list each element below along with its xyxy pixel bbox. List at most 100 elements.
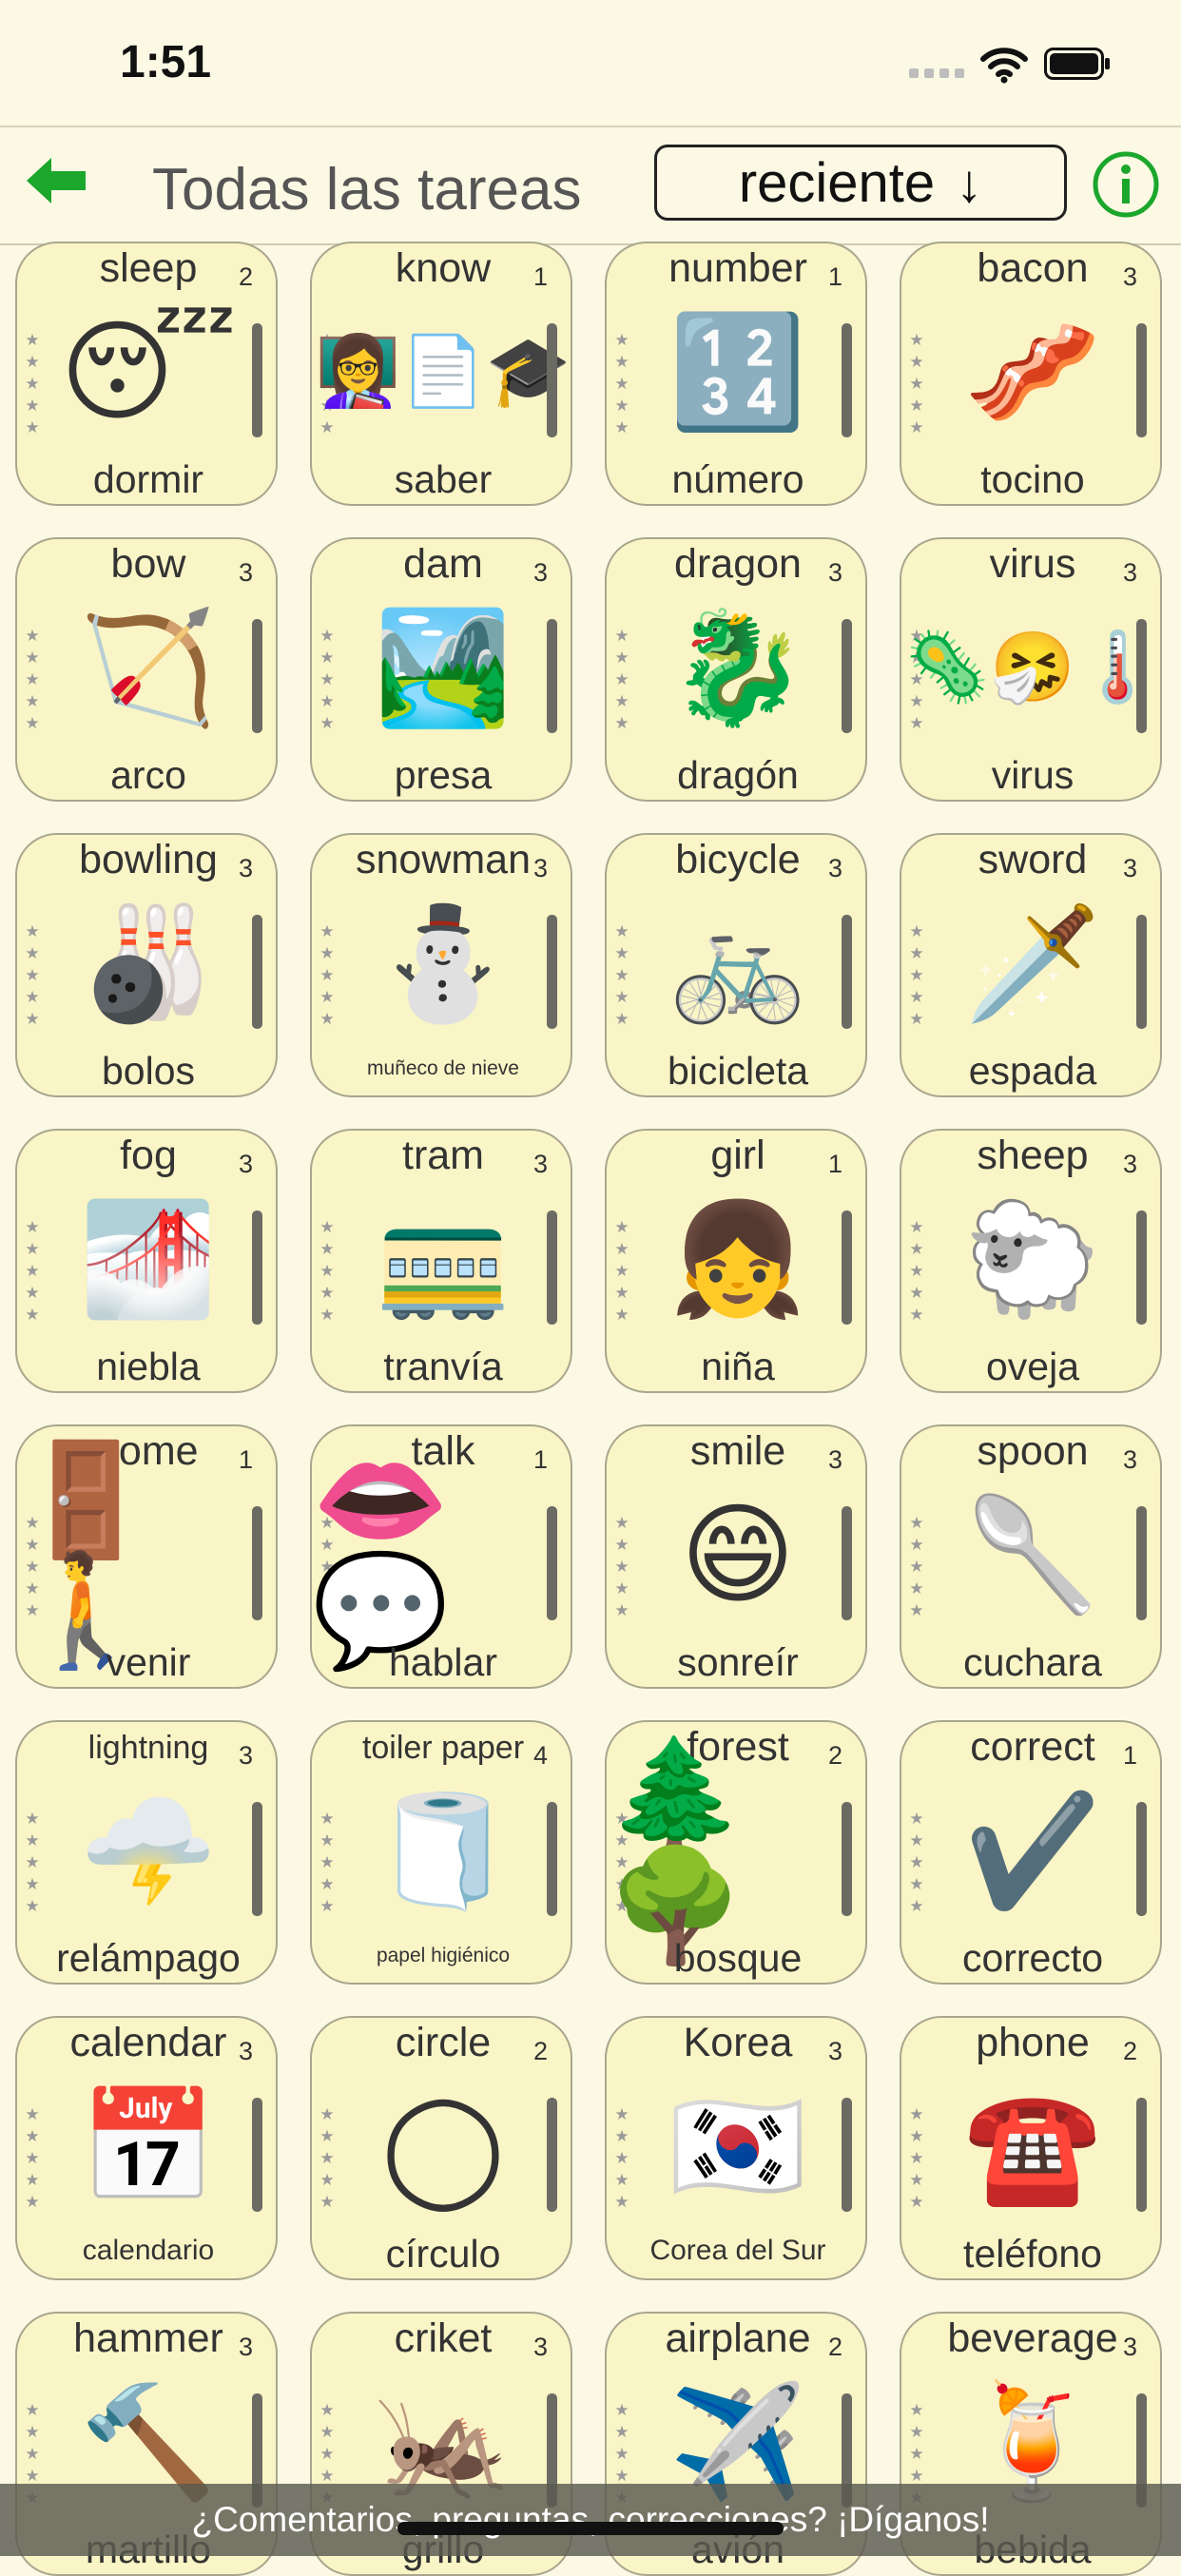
card-picture-icon: 🏹: [79, 606, 218, 729]
card-spanish-word: presa: [394, 753, 493, 797]
task-card[interactable]: girl 1 ★ ★ ★ ★ ★ 👧 niña: [605, 1129, 867, 1393]
progress-bar: [842, 915, 852, 1029]
card-count: 4: [532, 1741, 548, 1770]
task-card[interactable]: forest 2 ★ ★ ★ ★ ★ 🌲🌳 bosque: [605, 1720, 867, 1985]
progress-bar: [252, 1506, 262, 1620]
progress-bar: [1136, 323, 1147, 437]
page-title: Todas las tareas: [152, 157, 582, 223]
card-spanish-word: virus: [991, 753, 1075, 797]
card-spanish-word: relámpago: [56, 1936, 241, 1980]
card-count: 2: [827, 2333, 842, 2361]
card-spanish-word: saber: [394, 457, 493, 501]
task-card[interactable]: dragon 3 ★ ★ ★ ★ ★ 🐉 dragón: [605, 537, 867, 802]
task-card[interactable]: know 1 ★ ★ ★ ★ ★ 👩‍🏫📄🎓 saber: [310, 242, 572, 506]
card-picture-icon: 🥓: [963, 310, 1102, 434]
task-card[interactable]: fog 3 ★ ★ ★ ★ ★ 🌁 niebla: [15, 1129, 278, 1393]
task-card[interactable]: phone 2 ★ ★ ★ ★ ★ ☎️ teléfono: [900, 2016, 1162, 2280]
task-card[interactable]: correct 1 ★ ★ ★ ★ ★ ✔️ correcto: [900, 1720, 1162, 1985]
progress-bar: [252, 619, 262, 733]
card-picture-icon: 🔢: [668, 310, 807, 434]
card-picture-icon: 🌲🌳: [607, 1733, 745, 1967]
progress-bar: [252, 323, 262, 437]
card-spanish-word: espada: [968, 1049, 1097, 1093]
task-card[interactable]: calendar 3 ★ ★ ★ ★ ★ 📅 calendario: [15, 2016, 278, 2280]
task-card[interactable]: circle 2 ★ ★ ★ ★ ★ ◯ círculo: [310, 2016, 572, 2280]
card-count: 3: [532, 558, 548, 587]
cellular-signal-icon: [909, 68, 964, 78]
task-card[interactable]: bow 3 ★ ★ ★ ★ ★ 🏹 arco: [15, 537, 278, 802]
card-count: 2: [238, 262, 253, 291]
task-card[interactable]: bicycle 3 ★ ★ ★ ★ ★ 🚲 bicicleta: [605, 833, 867, 1097]
task-card[interactable]: sword 3 ★ ★ ★ ★ ★ 🗡️ espada: [900, 833, 1162, 1097]
card-count: 3: [238, 2333, 253, 2361]
card-spanish-word: tocino: [980, 457, 1085, 501]
card-picture-icon: ⛄: [374, 901, 513, 1025]
card-spanish-word: dragón: [677, 753, 799, 797]
progress-bar: [842, 1802, 852, 1916]
card-picture-icon: 👧: [668, 1197, 807, 1321]
card-spanish-word: sonreír: [677, 1640, 799, 1684]
card-spanish-word: círculo: [385, 2232, 501, 2276]
task-card[interactable]: virus 3 ★ ★ ★ ★ ★ 🦠🤧🌡️ virus: [900, 537, 1162, 802]
progress-bar: [547, 915, 557, 1029]
sort-direction-icon: ↓: [956, 152, 983, 213]
card-picture-icon: 🌩️: [79, 1789, 218, 1912]
task-card[interactable]: sheep 3 ★ ★ ★ ★ ★ 🐑 oveja: [900, 1129, 1162, 1393]
card-picture-icon: 🦠🤧🌡️: [904, 629, 1161, 706]
card-picture-icon: 🚃: [374, 1197, 513, 1321]
card-picture-icon: 🐑: [963, 1197, 1102, 1321]
card-spanish-word: dormir: [92, 457, 204, 501]
card-count: 3: [1122, 2333, 1137, 2361]
progress-bar: [1136, 1802, 1147, 1916]
progress-bar: [1136, 915, 1147, 1029]
progress-bar: [842, 1506, 852, 1620]
task-card[interactable]: snowman 3 ★ ★ ★ ★ ★ ⛄ muñeco de nieve: [310, 833, 572, 1097]
card-count: 1: [532, 262, 548, 291]
task-card[interactable]: number 1 ★ ★ ★ ★ ★ 🔢 número: [605, 242, 867, 506]
card-count: 3: [238, 854, 253, 882]
card-spanish-word: bicicleta: [667, 1049, 809, 1093]
task-card[interactable]: bowling 3 ★ ★ ★ ★ ★ 🎳 bolos: [15, 833, 278, 1097]
card-spanish-word: venir: [106, 1640, 191, 1684]
feedback-banner[interactable]: ¿Comentarios, preguntas, correcciones? ¡…: [0, 2484, 1181, 2556]
task-card[interactable]: smile 3 ★ ★ ★ ★ ★ 😄 sonreír: [605, 1424, 867, 1689]
progress-bar: [547, 2098, 557, 2212]
card-picture-icon: 🗡️: [963, 901, 1102, 1025]
task-card[interactable]: Korea 3 ★ ★ ★ ★ ★ 🇰🇷 Corea del Sur: [605, 2016, 867, 2280]
card-count: 3: [238, 1741, 253, 1770]
card-spanish-word: teléfono: [963, 2232, 1102, 2276]
sort-button[interactable]: reciente ↓: [654, 145, 1067, 221]
progress-bar: [1136, 2098, 1147, 2212]
wifi-icon: [980, 48, 1028, 84]
task-card[interactable]: sleep 2 ★ ★ ★ ★ ★ 😴 dormir: [15, 242, 278, 506]
progress-bar: [252, 915, 262, 1029]
card-spanish-word: tranvía: [383, 1345, 503, 1388]
task-card[interactable]: toiler paper 4 ★ ★ ★ ★ ★ 🧻 papel higiénico: [310, 1720, 572, 1985]
task-card[interactable]: tram 3 ★ ★ ★ ★ ★ 🚃 tranvía: [310, 1129, 572, 1393]
nav-bar: Todas las tareas reciente ↓: [0, 126, 1181, 245]
card-spanish-word: número: [671, 457, 804, 501]
home-indicator[interactable]: [397, 2522, 784, 2535]
progress-bar: [252, 2098, 262, 2212]
card-count: 3: [238, 2037, 253, 2065]
card-count: 3: [1122, 558, 1137, 587]
card-count: 2: [532, 2037, 548, 2065]
info-icon[interactable]: [1092, 150, 1160, 219]
card-spanish-word: Corea del Sur: [649, 2235, 826, 2266]
sort-label: reciente: [738, 151, 936, 214]
task-card[interactable]: talk 1 ★ ★ ★ ★ ★ 👄💬 hablar: [310, 1424, 572, 1689]
card-picture-icon: ✔️: [963, 1789, 1102, 1912]
task-card[interactable]: bacon 3 ★ ★ ★ ★ ★ 🥓 tocino: [900, 242, 1162, 506]
card-picture-icon: 🏞️: [374, 606, 513, 729]
card-count: 1: [1122, 1741, 1137, 1770]
task-card[interactable]: lightning 3 ★ ★ ★ ★ ★ 🌩️ relámpago: [15, 1720, 278, 1985]
card-count: 2: [1122, 2037, 1137, 2065]
card-count: 3: [1122, 1445, 1137, 1474]
card-picture-icon: 👩‍🏫📄🎓: [315, 334, 571, 410]
task-card[interactable]: spoon 3 ★ ★ ★ ★ ★ 🥄 cuchara: [900, 1424, 1162, 1689]
back-arrow-icon[interactable]: [23, 154, 89, 207]
battery-icon: [1044, 48, 1110, 80]
task-card[interactable]: dam 3 ★ ★ ★ ★ ★ 🏞️ presa: [310, 537, 572, 802]
task-card[interactable]: come 1 ★ ★ ★ ★ ★ 🚪🚶 venir: [15, 1424, 278, 1689]
card-spanish-word: oveja: [985, 1345, 1079, 1388]
